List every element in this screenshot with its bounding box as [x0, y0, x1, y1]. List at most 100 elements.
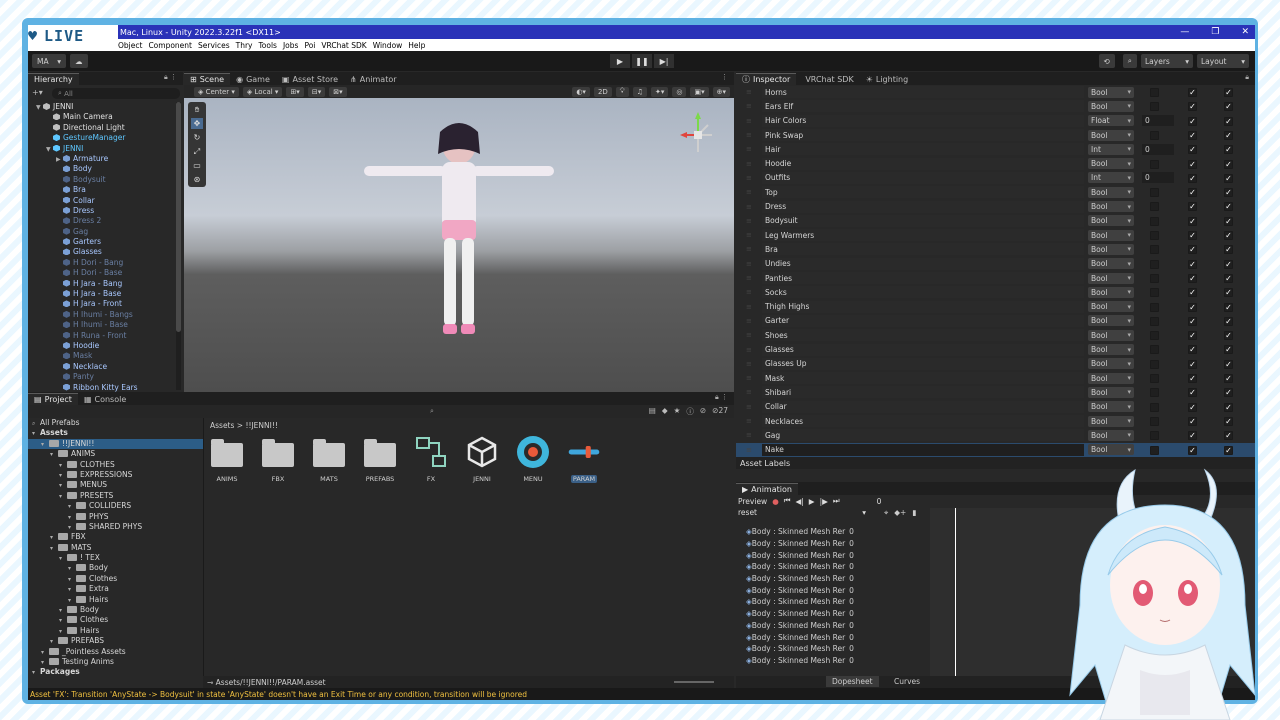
parameter-name-field[interactable]: Ears Elf — [762, 100, 1084, 113]
drag-handle-icon[interactable]: ≡ — [746, 288, 754, 296]
property-value-field[interactable]: 0 — [849, 527, 854, 536]
default-value-checkbox[interactable] — [1150, 445, 1159, 455]
parameter-name-field[interactable]: Glasses Up — [762, 357, 1084, 370]
parameter-row[interactable]: ≡ Shibari Bool ✓ ✓ — [736, 385, 1255, 399]
pivot-dropdown[interactable]: ◈ Center ▾ — [194, 86, 239, 97]
parameter-row[interactable]: ≡ Horns Bool ✓ ✓ — [736, 85, 1255, 99]
zoom-slider[interactable] — [674, 681, 714, 683]
saved-checkbox[interactable]: ✓ — [1188, 431, 1197, 441]
project-tree-item[interactable]: ▾ COLLIDERS — [28, 501, 203, 511]
hierarchy-item[interactable]: Main Camera — [28, 112, 183, 122]
hierarchy-item[interactable]: ▼ JENNI — [28, 102, 183, 112]
search-icon[interactable]: ⌕ — [430, 407, 434, 416]
hierarchy-item[interactable]: H Runa - Front — [28, 331, 183, 341]
parameter-type-dropdown[interactable]: Int — [1088, 143, 1134, 155]
menu-item[interactable]: Poi — [304, 41, 315, 50]
filter-type-icon[interactable]: ▤ — [649, 406, 656, 417]
animated-property-row[interactable]: ◈ Body : Skinned Mesh Rer 0 — [746, 584, 916, 596]
parameter-type-dropdown[interactable]: Bool — [1088, 100, 1134, 112]
gizmos-icon[interactable]: ⊕▾ — [712, 86, 730, 97]
default-value-checkbox[interactable] — [1150, 359, 1159, 369]
default-value-checkbox[interactable] — [1150, 374, 1159, 383]
shading-mode-icon[interactable]: ◐▾ — [572, 86, 590, 97]
property-value-field[interactable]: 0 — [849, 644, 854, 653]
parameter-row[interactable]: ≡ Shoes Bool ✓ ✓ — [736, 328, 1255, 342]
parameter-type-dropdown[interactable]: Bool — [1088, 215, 1134, 227]
hierarchy-item[interactable]: H Jara - Base — [28, 289, 183, 299]
scene-viewport[interactable]: ✋︎ ✥ ↻ ⤢ ▭ ⊛ — [184, 98, 734, 392]
project-tree-item[interactable]: ▾ Body — [28, 563, 203, 573]
parameter-name-field[interactable]: Shibari — [762, 386, 1084, 399]
synced-checkbox[interactable]: ✓ — [1224, 130, 1233, 140]
drag-handle-icon[interactable]: ≡ — [746, 260, 754, 268]
parameter-row[interactable]: ≡ Nake Bool ✓ ✓ — [736, 442, 1255, 457]
move-tool-icon[interactable]: ✥ — [191, 118, 203, 129]
default-value-checkbox[interactable] — [1150, 159, 1159, 169]
default-value-checkbox[interactable] — [1150, 130, 1159, 140]
parameter-type-dropdown[interactable]: Bool — [1088, 429, 1134, 441]
project-tree-item[interactable]: ▾ CLOTHES — [28, 460, 203, 470]
default-value-field[interactable]: 0 — [1142, 143, 1174, 155]
property-value-field[interactable]: 0 — [849, 562, 854, 571]
drag-handle-icon[interactable]: ≡ — [746, 245, 754, 253]
parameter-name-field[interactable]: Panties — [762, 272, 1084, 285]
parameter-type-dropdown[interactable]: Bool — [1088, 229, 1134, 241]
drag-handle-icon[interactable]: ≡ — [746, 88, 754, 96]
hand-tool-icon[interactable]: ✋︎ — [191, 104, 203, 115]
hierarchy-item[interactable]: H Jara - Bang — [28, 279, 183, 289]
synced-checkbox[interactable]: ✓ — [1224, 159, 1233, 169]
parameter-name-field[interactable]: Thigh Highs — [762, 300, 1084, 313]
tab-animation[interactable]: ▶ Animation — [736, 483, 798, 495]
grid-icon[interactable]: ⊟▾ — [307, 86, 326, 97]
default-value-checkbox[interactable] — [1150, 331, 1159, 341]
parameter-row[interactable]: ≡ Panties Bool ✓ ✓ — [736, 271, 1255, 285]
drag-handle-icon[interactable]: ≡ — [746, 317, 754, 325]
parameter-row[interactable]: ≡ Collar Bool ✓ ✓ — [736, 400, 1255, 414]
project-divider[interactable] — [203, 418, 204, 688]
parameter-row[interactable]: ≡ Hoodie Bool ✓ ✓ — [736, 157, 1255, 171]
expand-arrow-icon[interactable]: ▾ — [41, 440, 49, 450]
asset-tile[interactable]: MATS — [310, 435, 348, 483]
parameter-type-dropdown[interactable]: Float — [1088, 115, 1134, 127]
synced-checkbox[interactable]: ✓ — [1224, 202, 1233, 212]
asset-tile[interactable]: PARAM — [565, 435, 603, 483]
property-value-field[interactable]: 0 — [849, 597, 854, 606]
dopesheet-tab[interactable]: Dopesheet — [826, 676, 879, 687]
saved-checkbox[interactable]: ✓ — [1188, 331, 1197, 341]
lock-icon[interactable]: 🔒︎ ⋮ — [164, 73, 177, 82]
pause-button[interactable]: ❚❚ — [632, 54, 652, 68]
parameter-name-field[interactable]: Shoes — [762, 329, 1084, 342]
step-button[interactable]: ▶| — [654, 54, 674, 68]
add-icon[interactable]: +▾ — [32, 88, 43, 97]
saved-checkbox[interactable]: ✓ — [1188, 345, 1197, 355]
layout-dropdown[interactable]: Layout ▾ — [1197, 54, 1249, 68]
project-tree-item[interactable]: ▾ FBX — [28, 532, 203, 542]
saved-checkbox[interactable]: ✓ — [1188, 159, 1197, 169]
synced-checkbox[interactable]: ✓ — [1224, 445, 1233, 455]
animated-property-row[interactable]: ◈ Body : Skinned Mesh Rer 0 — [746, 643, 916, 655]
drag-handle-icon[interactable]: ≡ — [746, 160, 754, 168]
synced-checkbox[interactable]: ✓ — [1224, 188, 1233, 198]
parameter-name-field[interactable]: Collar — [762, 400, 1084, 413]
animated-property-row[interactable]: ◈ Body : Skinned Mesh Rer 0 — [746, 655, 916, 667]
saved-checkbox[interactable]: ✓ — [1188, 359, 1197, 369]
parameter-row[interactable]: ≡ Glasses Bool ✓ ✓ — [736, 342, 1255, 356]
saved-checkbox[interactable]: ✓ — [1188, 116, 1197, 126]
drag-handle-icon[interactable]: ≡ — [746, 374, 754, 382]
saved-checkbox[interactable]: ✓ — [1188, 231, 1197, 240]
default-value-checkbox[interactable] — [1150, 202, 1159, 212]
drag-handle-icon[interactable]: ≡ — [746, 360, 754, 368]
project-tree-item[interactable]: ▾ Hairs — [28, 595, 203, 605]
project-tree-item[interactable]: ▾ _Pointless Assets — [28, 647, 203, 657]
play-icon[interactable]: ▶ — [809, 497, 815, 506]
preview-button[interactable]: Preview — [738, 497, 767, 506]
parameter-type-dropdown[interactable]: Int — [1088, 172, 1134, 184]
hierarchy-item[interactable]: Directional Light — [28, 123, 183, 133]
default-value-checkbox[interactable] — [1150, 102, 1159, 112]
project-tree-item[interactable]: ▾ PRESETS — [28, 491, 203, 501]
saved-checkbox[interactable]: ✓ — [1188, 416, 1197, 426]
project-tree-item[interactable]: ▾ ! TEX — [28, 553, 203, 563]
synced-checkbox[interactable]: ✓ — [1224, 273, 1233, 283]
parameter-row[interactable]: ≡ Socks Bool ✓ ✓ — [736, 285, 1255, 299]
drag-handle-icon[interactable]: ≡ — [746, 203, 754, 211]
